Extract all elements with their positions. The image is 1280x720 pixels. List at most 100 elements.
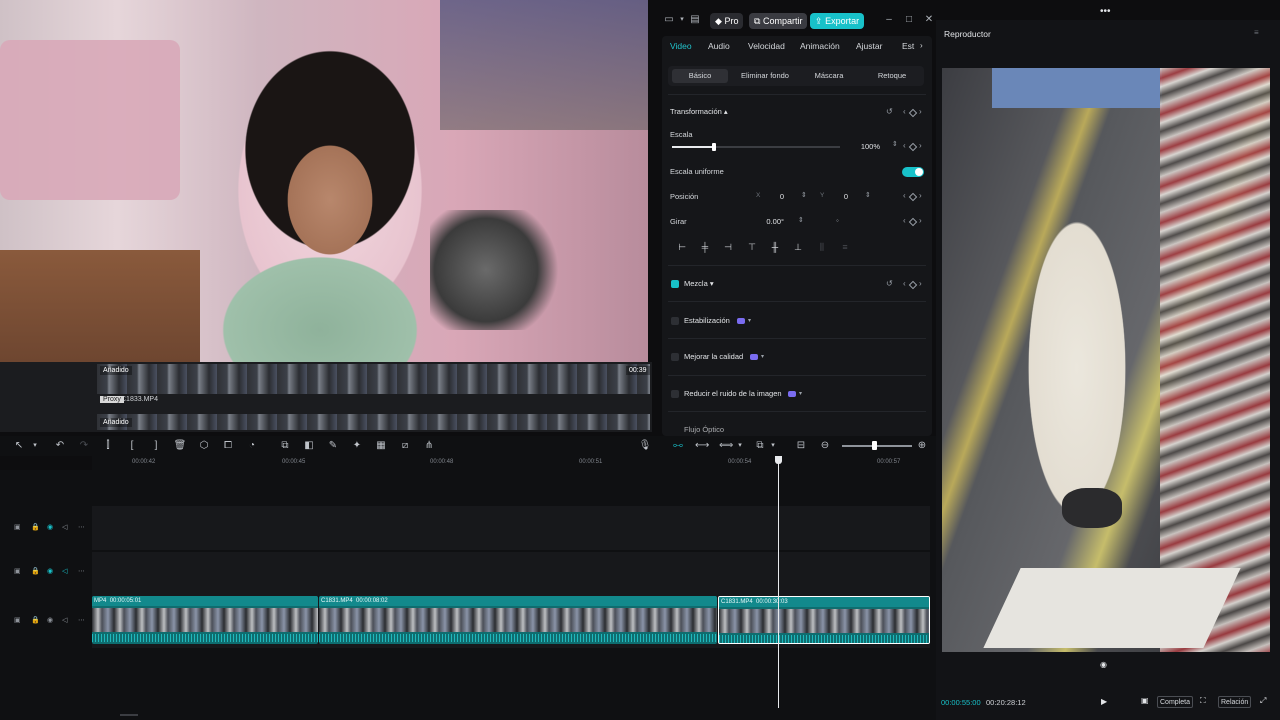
zoom-slider-track[interactable] [842,445,912,447]
rotate-value[interactable]: 0.00° [752,217,784,226]
tab-speed[interactable]: Velocidad [748,41,785,51]
zoom-in-icon[interactable]: ⊕ [915,439,929,453]
menu-icon[interactable]: ≡ [1254,28,1259,37]
expand-icon[interactable]: ⤢ [1260,696,1266,706]
share-button[interactable]: ⧉ Compartir [749,13,808,29]
select-cursor-icon[interactable]: ↖ [12,439,26,453]
magic-icon[interactable]: ✦ [350,439,364,453]
pos-x-value[interactable]: 0 [766,192,784,201]
subtab-basic[interactable]: Básico [672,69,728,83]
chevron-down-icon[interactable]: ▾ [748,316,751,326]
chevron-right-icon[interactable]: › [920,41,923,50]
auto-edit-icon[interactable]: ⧄ [398,439,412,453]
trim-end-icon[interactable]: ] [149,439,163,453]
chevron-down-icon[interactable]: ▾ [766,439,780,453]
distribute-h-icon[interactable]: ⫼ [814,241,830,253]
align-bottom-icon[interactable]: ⊥ [790,241,806,253]
export-button[interactable]: ⇪ Exportar [810,13,865,29]
playhead-line[interactable] [778,456,779,708]
subtab-retouch[interactable]: Retoque [864,69,920,83]
align-right-icon[interactable]: ⊣ [720,241,736,253]
keyframe-icon[interactable] [908,108,918,118]
tab-adjust[interactable]: Ajustar [856,41,882,51]
track-lane[interactable] [92,506,930,550]
stepper-icon[interactable]: ⇕ [801,191,807,201]
align-center-h-icon[interactable]: ╪ [697,241,713,253]
transform-header[interactable]: Transformación ▴ [670,107,728,116]
more-options-icon[interactable]: ••• [1100,6,1111,17]
keyframe-prev-icon[interactable]: ‹ [903,216,906,226]
play-icon[interactable]: ▶ [1101,697,1107,706]
eye-icon[interactable]: ◉ [47,567,53,575]
enhance-checkbox[interactable] [671,353,679,361]
tab-video[interactable]: Video [670,41,692,51]
chevron-down-icon[interactable]: ▾ [733,439,747,453]
keyframe-icon[interactable] [908,142,918,152]
render-icon[interactable]: ⧉ [753,439,767,453]
keyframe-next-icon[interactable]: › [919,191,922,201]
keyframe-next-icon[interactable]: › [919,216,922,226]
speaker-icon[interactable]: ◁ [62,523,67,531]
snapshot-icon[interactable]: ◉ [1100,660,1107,669]
lock-icon[interactable]: 🔒 [31,567,40,575]
microphone-icon[interactable]: 🎙 [638,439,652,453]
subtab-remove-background[interactable]: Eliminar fondo [734,69,796,83]
uniform-scale-toggle[interactable] [902,167,924,177]
keyframe-icon[interactable] [908,217,918,227]
more-icon[interactable]: ⋯ [78,523,85,531]
subtab-mask[interactable]: Máscara [804,69,854,83]
keyframe-prev-icon[interactable]: ‹ [903,279,906,289]
snap-icon[interactable]: ⧟ [671,439,685,453]
stepper-icon[interactable]: ⇕ [798,216,804,226]
aspect-ratio-dropdown[interactable]: Relación [1218,696,1252,708]
timeline-clip[interactable]: MP4 00:00:05:01 [92,596,318,644]
crop-tool-icon[interactable]: ⧠ [221,439,235,453]
timeline-ruler[interactable]: 00:00:42 00:00:45 00:00:48 00:00:51 00:0… [92,456,936,470]
enhance-header[interactable]: Mejorar la calidad [684,352,743,361]
keyframe-prev-icon[interactable]: ‹ [903,141,906,151]
lock-icon[interactable]: 🔒 [31,616,40,624]
stabilization-header[interactable]: Estabilización [684,316,730,325]
redo-icon[interactable]: ↷ [77,439,91,453]
pos-y-value[interactable]: 0 [830,192,848,201]
undo-icon[interactable]: ↶ [53,439,67,453]
eye-icon[interactable]: ◉ [47,523,53,531]
stepper-icon[interactable]: ⇕ [865,191,871,201]
distribute-v-icon[interactable]: ≡ [837,241,853,253]
scale-value[interactable]: 100% [852,142,880,151]
keyframe-icon[interactable] [908,280,918,290]
quality-dropdown[interactable]: Completa [1157,696,1193,708]
tab-effects[interactable]: Est [902,41,914,51]
blend-checkbox[interactable] [671,280,679,288]
reset-icon[interactable]: ↺ [886,107,893,117]
zoom-slider-handle[interactable] [872,441,877,450]
tab-animation[interactable]: Animación [800,41,840,51]
scroll-handle[interactable] [120,714,138,716]
link-icon[interactable]: ⟷ [695,439,709,453]
denoise-header[interactable]: Reducir el ruido de la imagen [684,389,782,398]
more-icon[interactable]: ⋯ [78,616,85,624]
keyboard-icon[interactable]: ▤ [688,14,702,26]
chevron-down-icon[interactable]: ▾ [675,14,689,26]
lock-icon[interactable]: 🔒 [31,523,40,531]
effects-icon[interactable]: ⧉ [278,439,292,453]
track-height-icon[interactable]: ⊟ [794,439,808,453]
preview-quality-icon[interactable]: ⟺ [719,439,733,453]
align-center-v-icon[interactable]: ╫ [767,241,783,253]
align-top-icon[interactable]: ⊤ [744,241,760,253]
delete-icon[interactable]: 🗑 [173,439,187,453]
keyframe-icon[interactable] [908,192,918,202]
blend-header[interactable]: Mezcla ▾ [684,279,714,288]
keyframe-prev-icon[interactable]: ‹ [903,107,906,117]
playhead-handle[interactable] [775,456,782,464]
speaker-icon[interactable]: ◁ [62,616,67,624]
stepper-icon[interactable]: ⇕ [892,140,898,150]
marker-icon[interactable]: ⬡ [197,439,211,453]
rotate-dial-icon[interactable]: ◦ [836,216,839,226]
text-icon[interactable]: ▦ [374,439,388,453]
chevron-down-icon[interactable]: ▾ [799,389,802,399]
timeline-clip[interactable]: C1831.MP4 00:00:08:02 [319,596,717,644]
close-icon[interactable]: ✕ [922,14,936,26]
split-icon[interactable]: ⫿ [101,439,115,453]
fullscreen-view-icon[interactable]: ⛶ [1200,696,1206,706]
